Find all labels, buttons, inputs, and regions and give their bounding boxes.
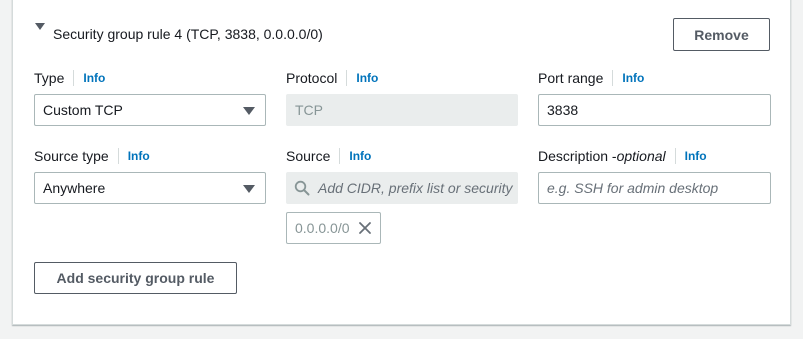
port-range-label-group: Port range Info <box>538 69 644 87</box>
dropdown-arrow-icon <box>243 185 255 193</box>
description-label: Description - <box>538 148 617 164</box>
caret-down-icon[interactable] <box>35 23 45 30</box>
description-label-group: Description - optional Info <box>538 147 707 165</box>
source-type-label: Source type <box>34 148 109 164</box>
source-token-value: 0.0.0.0/0 <box>295 220 350 236</box>
source-type-label-group: Source type Info <box>34 147 150 165</box>
security-group-rule-panel: Security group rule 4 (TCP, 3838, 0.0.0.… <box>12 0 791 325</box>
divider <box>674 148 676 164</box>
description-input[interactable]: e.g. SSH for admin desktop <box>538 172 771 204</box>
rule-title: Security group rule 4 (TCP, 3838, 0.0.0.… <box>53 26 323 42</box>
source-info-link[interactable]: Info <box>349 149 371 163</box>
source-search-placeholder: Add CIDR, prefix list or security <box>318 180 513 196</box>
source-type-info-link[interactable]: Info <box>128 149 150 163</box>
port-range-input[interactable]: 3838 <box>538 94 771 126</box>
description-optional-label: optional <box>616 148 666 164</box>
type-label: Type <box>34 70 65 86</box>
divider <box>117 148 119 164</box>
port-range-info-link[interactable]: Info <box>622 71 644 85</box>
type-label-group: Type Info <box>34 69 105 87</box>
source-label-group: Source Info <box>286 147 371 165</box>
type-info-link[interactable]: Info <box>83 71 105 85</box>
source-search-input[interactable]: Add CIDR, prefix list or security <box>286 172 518 204</box>
protocol-value: TCP <box>295 102 323 118</box>
source-token: 0.0.0.0/0 <box>286 212 381 244</box>
remove-button[interactable]: Remove <box>673 18 770 51</box>
protocol-info-link[interactable]: Info <box>356 71 378 85</box>
divider <box>346 70 348 86</box>
protocol-field: TCP <box>286 94 518 126</box>
divider <box>612 70 614 86</box>
type-select-value: Custom TCP <box>43 102 123 118</box>
source-type-select[interactable]: Anywhere <box>34 172 266 204</box>
source-type-select-value: Anywhere <box>43 180 106 196</box>
divider <box>339 148 341 164</box>
dropdown-arrow-icon <box>243 107 255 115</box>
protocol-label: Protocol <box>286 70 338 86</box>
source-label: Source <box>286 148 331 164</box>
rule-header[interactable]: Security group rule 4 (TCP, 3838, 0.0.0.… <box>35 21 323 42</box>
close-icon[interactable] <box>358 221 372 235</box>
divider <box>73 70 75 86</box>
protocol-label-group: Protocol Info <box>286 69 378 87</box>
description-info-link[interactable]: Info <box>685 149 707 163</box>
port-range-label: Port range <box>538 70 604 86</box>
type-select[interactable]: Custom TCP <box>34 94 266 126</box>
port-range-value: 3838 <box>547 102 579 118</box>
add-security-group-rule-button[interactable]: Add security group rule <box>34 262 237 294</box>
search-icon <box>294 180 310 196</box>
description-placeholder: e.g. SSH for admin desktop <box>547 180 719 196</box>
